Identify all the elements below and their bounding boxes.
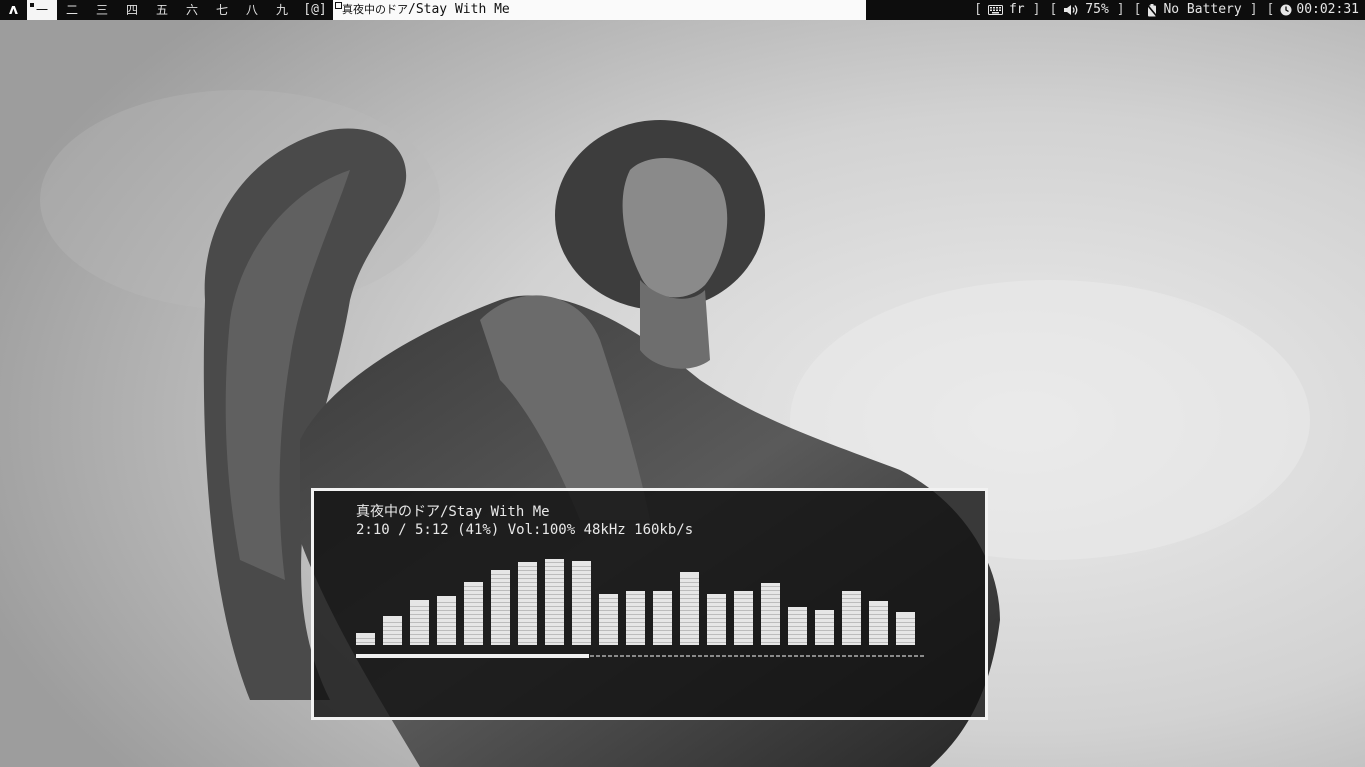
speaker-icon <box>1064 5 1078 15</box>
workspace-8[interactable]: 八 <box>237 0 267 20</box>
workspace-5[interactable]: 五 <box>147 0 177 20</box>
visualizer-bar <box>707 594 726 645</box>
workspace-1[interactable]: 一 <box>27 0 57 20</box>
workspace-6[interactable]: 六 <box>177 0 207 20</box>
visualizer-bar <box>815 610 834 645</box>
battery-status[interactable]: [ No Battery ] <box>1134 0 1258 20</box>
keyboard-layout-value: fr <box>1008 2 1025 17</box>
volume-value: 75% <box>1085 2 1109 17</box>
no-battery-icon <box>1147 3 1158 17</box>
visualizer-bar <box>680 572 699 645</box>
visualizer-bar <box>518 562 537 645</box>
battery-value: No Battery <box>1163 2 1242 17</box>
visualizer-bar <box>626 591 645 645</box>
music-player-window[interactable]: 真夜中のドア/Stay With Me 2:10 / 5:12 (41%) Vo… <box>311 488 988 720</box>
song-title-jp: 真夜中のドア <box>356 504 440 520</box>
window-title-rest: /Stay With Me <box>408 2 510 17</box>
visualizer-bar <box>383 616 402 645</box>
keyboard-icon <box>987 5 1003 15</box>
now-playing-title: 真夜中のドア/Stay With Me <box>356 501 550 521</box>
visualizer-bar <box>896 612 915 645</box>
visualizer-bar <box>491 570 510 645</box>
window-title-jp: 真夜中のドア <box>342 3 408 16</box>
workspace-9[interactable]: 九 <box>267 0 297 20</box>
song-title-rest: /Stay With Me <box>440 504 550 520</box>
volume-status[interactable]: [ 75% ] <box>1049 0 1124 20</box>
visualizer-bar <box>761 583 780 645</box>
launcher-button[interactable]: ʌ <box>0 0 27 20</box>
visualizer-bar <box>788 607 807 645</box>
audio-visualizer <box>356 559 915 645</box>
clock-icon <box>1280 4 1292 16</box>
visualizer-bar <box>842 591 861 645</box>
visualizer-bar <box>545 559 564 645</box>
workspace-3[interactable]: 三 <box>87 0 117 20</box>
visualizer-bar <box>572 561 591 645</box>
visualizer-bar <box>653 591 672 645</box>
clock-status[interactable]: [ 00:02:31 <box>1267 0 1359 20</box>
visualizer-bar <box>410 600 429 645</box>
visualizer-bar <box>599 594 618 645</box>
status-area: [ fr ] [ 75% ] [No Battery] [00:02:31 <box>866 0 1365 20</box>
keyboard-layout-status[interactable]: [ fr ] <box>974 0 1040 20</box>
visualizer-bar <box>356 633 375 645</box>
visualizer-bar <box>437 596 456 645</box>
progress-fill <box>356 654 589 658</box>
workspace-4[interactable]: 四 <box>117 0 147 20</box>
visualizer-bar <box>734 591 753 645</box>
playback-progress-bar[interactable] <box>356 654 924 658</box>
playback-stats: 2:10 / 5:12 (41%) Vol:100% 48kHz 160kb/s <box>356 522 694 538</box>
workspace-2[interactable]: 二 <box>57 0 87 20</box>
layout-indicator[interactable]: [@] <box>297 0 333 20</box>
visualizer-bar <box>464 582 483 645</box>
workspace-7[interactable]: 七 <box>207 0 237 20</box>
focused-window-title[interactable]: 真夜中のドア/Stay With Me <box>333 0 866 20</box>
top-status-bar: ʌ 一 二 三 四 五 六 七 八 九 [@] 真夜中のドア/Stay With… <box>0 0 1365 20</box>
visualizer-bar <box>869 601 888 645</box>
launcher-logo-icon: ʌ <box>8 2 19 18</box>
clock-value: 00:02:31 <box>1296 2 1359 17</box>
